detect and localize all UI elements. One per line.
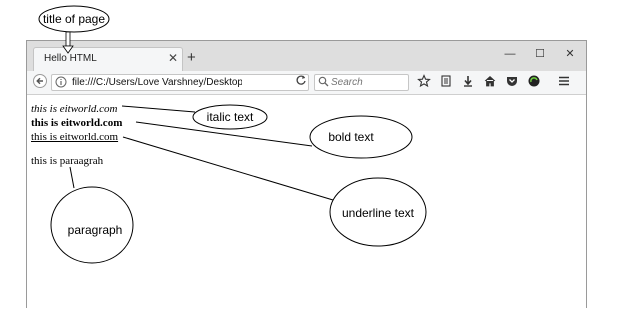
underline-callout-label: underline text	[342, 206, 415, 220]
italic-callout-label: italic text	[207, 110, 254, 124]
title-callout-label: title of page	[43, 12, 105, 26]
annotation-overlay: title of page italic text bold text unde…	[38, 5, 427, 264]
title-callout: title of page	[38, 5, 110, 54]
paragraph-callout-label: paragraph	[68, 223, 123, 237]
bold-callout-label: bold text	[328, 130, 374, 144]
paragraph-callout: paragraph	[50, 166, 134, 264]
bold-callout: bold text	[135, 115, 413, 159]
italic-callout: italic text	[121, 104, 268, 130]
